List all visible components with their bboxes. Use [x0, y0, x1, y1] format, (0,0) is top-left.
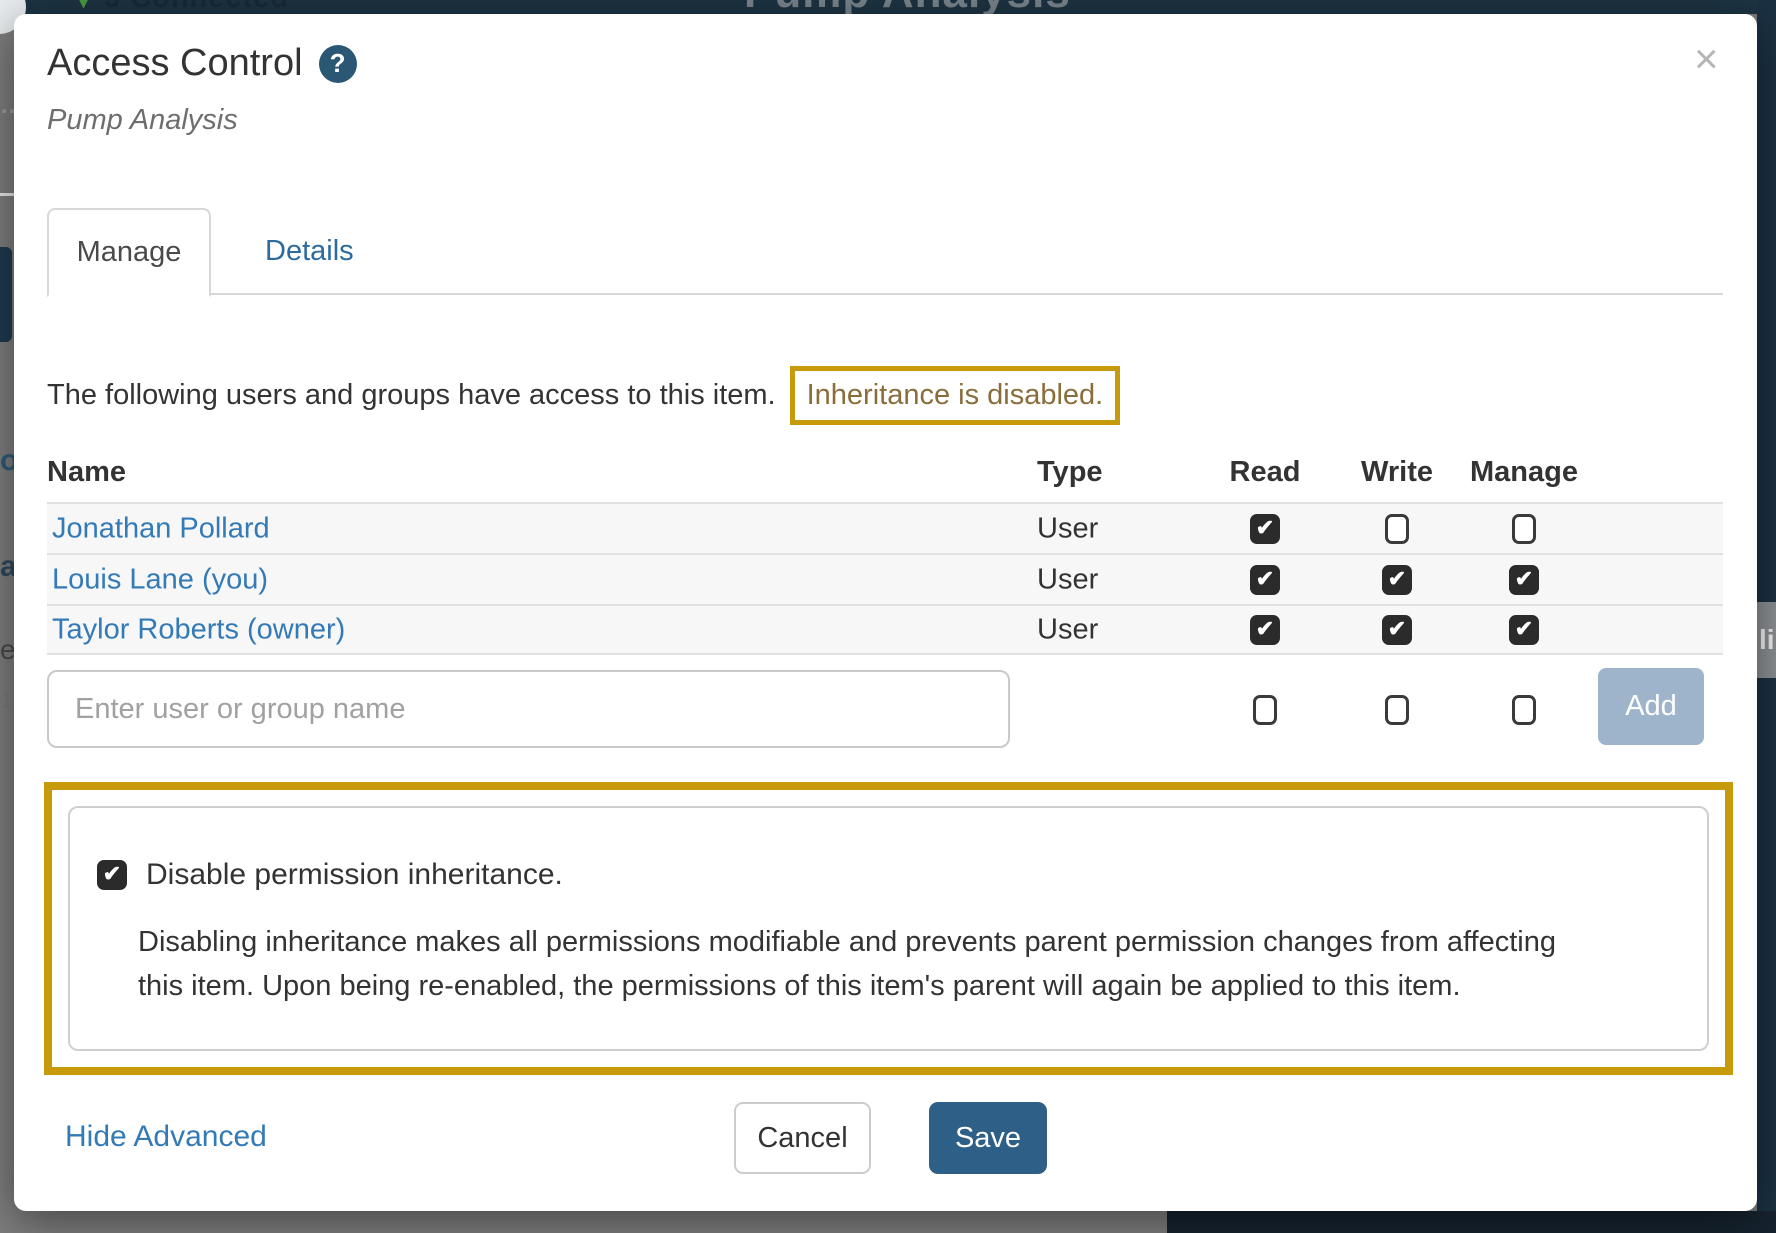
- add-entry-row: Add: [47, 670, 1723, 748]
- read-checkbox[interactable]: [1250, 615, 1280, 645]
- user-type: User: [1037, 613, 1098, 646]
- background-fragment: al: [0, 550, 14, 584]
- access-control-dialog: Access Control ? × Pump Analysis Manage …: [14, 14, 1757, 1211]
- table-row: Taylor Roberts (owner) User: [47, 604, 1723, 655]
- read-checkbox[interactable]: [1250, 565, 1280, 595]
- background-fragment: 11: [0, 688, 14, 714]
- background-app-header: ▾ 3 Connected Pump Analysis: [0, 0, 1776, 14]
- background-page-title: Pump Analysis: [744, 0, 1071, 14]
- user-link[interactable]: Jonathan Pollard: [52, 512, 270, 545]
- table-header-row: Name Type Read Write Manage: [47, 450, 1723, 502]
- read-checkbox[interactable]: [1250, 514, 1280, 544]
- background-right-edge: li: [1757, 0, 1776, 1233]
- hide-advanced-link[interactable]: Hide Advanced: [65, 1120, 267, 1154]
- table-row: Louis Lane (you) User: [47, 553, 1723, 604]
- column-header-write: Write: [1361, 456, 1433, 489]
- dialog-subtitle: Pump Analysis: [47, 104, 238, 137]
- add-button[interactable]: Add: [1598, 668, 1704, 745]
- manage-checkbox[interactable]: [1509, 565, 1539, 595]
- tab-details[interactable]: Details: [255, 208, 364, 295]
- tab-bar: Manage Details: [47, 208, 1723, 295]
- connected-status-icon: ▾: [78, 0, 89, 14]
- table-row: Jonathan Pollard User: [47, 502, 1723, 553]
- background-fragment: er: [0, 634, 14, 666]
- column-header-type: Type: [1037, 456, 1103, 489]
- inheritance-description: Disabling inheritance makes all permissi…: [138, 920, 1556, 1008]
- user-link[interactable]: Taylor Roberts (owner): [52, 613, 345, 646]
- background-button-fragment: [0, 247, 12, 342]
- column-header-name: Name: [47, 456, 126, 489]
- help-icon[interactable]: ?: [319, 45, 357, 83]
- write-checkbox[interactable]: [1382, 565, 1412, 595]
- save-button[interactable]: Save: [929, 1102, 1047, 1174]
- inheritance-description-line: this item. Upon being re-enabled, the pe…: [138, 964, 1556, 1008]
- user-type: User: [1037, 563, 1098, 596]
- screen: ▾ 3 Connected Pump Analysis … ol al er 1…: [0, 0, 1776, 1233]
- user-group-input[interactable]: [47, 670, 1010, 748]
- background-fragment: …: [0, 92, 14, 120]
- inheritance-panel: Disable permission inheritance. Disablin…: [44, 782, 1733, 1075]
- background-fragment: ol: [0, 444, 14, 478]
- manage-checkbox[interactable]: [1509, 615, 1539, 645]
- column-header-read: Read: [1230, 456, 1301, 489]
- background-bottom-panel: [1167, 1211, 1776, 1233]
- disable-inheritance-checkbox[interactable]: [97, 860, 127, 890]
- background-divider: [0, 193, 14, 196]
- column-header-manage: Manage: [1470, 456, 1578, 489]
- background-fragment: li: [1757, 602, 1776, 678]
- read-checkbox[interactable]: [1253, 695, 1277, 725]
- connected-status-label: 3 Connected: [104, 0, 289, 14]
- user-type: User: [1037, 512, 1098, 545]
- close-icon[interactable]: ×: [1694, 38, 1719, 80]
- user-link[interactable]: Louis Lane (you): [52, 563, 268, 596]
- dialog-title: Access Control: [47, 42, 303, 85]
- disable-inheritance-label: Disable permission inheritance.: [146, 858, 563, 892]
- write-checkbox[interactable]: [1382, 615, 1412, 645]
- write-checkbox[interactable]: [1385, 514, 1409, 544]
- background-left-edge: … ol al er 11: [0, 0, 14, 1233]
- cancel-button[interactable]: Cancel: [734, 1102, 871, 1174]
- inheritance-panel-inner: Disable permission inheritance. Disablin…: [68, 806, 1709, 1051]
- manage-checkbox[interactable]: [1512, 695, 1536, 725]
- inheritance-disabled-notice: Inheritance is disabled.: [790, 366, 1121, 425]
- permissions-table: Name Type Read Write Manage Jonathan Pol…: [47, 450, 1723, 748]
- inheritance-description-line: Disabling inheritance makes all permissi…: [138, 920, 1556, 964]
- intro-text: The following users and groups have acce…: [47, 379, 776, 412]
- write-checkbox[interactable]: [1385, 695, 1409, 725]
- intro-line: The following users and groups have acce…: [47, 366, 1120, 425]
- manage-checkbox[interactable]: [1512, 514, 1536, 544]
- dialog-header: Access Control ?: [47, 42, 357, 85]
- tab-manage[interactable]: Manage: [47, 208, 211, 297]
